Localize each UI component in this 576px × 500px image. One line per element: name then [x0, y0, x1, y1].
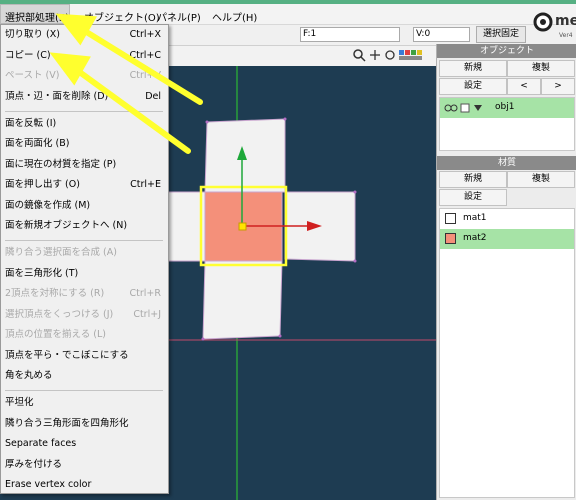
annotation-arrow-line: [71, 65, 191, 154]
annotation-overlay: [49, 13, 203, 154]
annotation-arrow-line: [77, 25, 203, 105]
annotation-arrowhead-icon: [55, 13, 97, 46]
